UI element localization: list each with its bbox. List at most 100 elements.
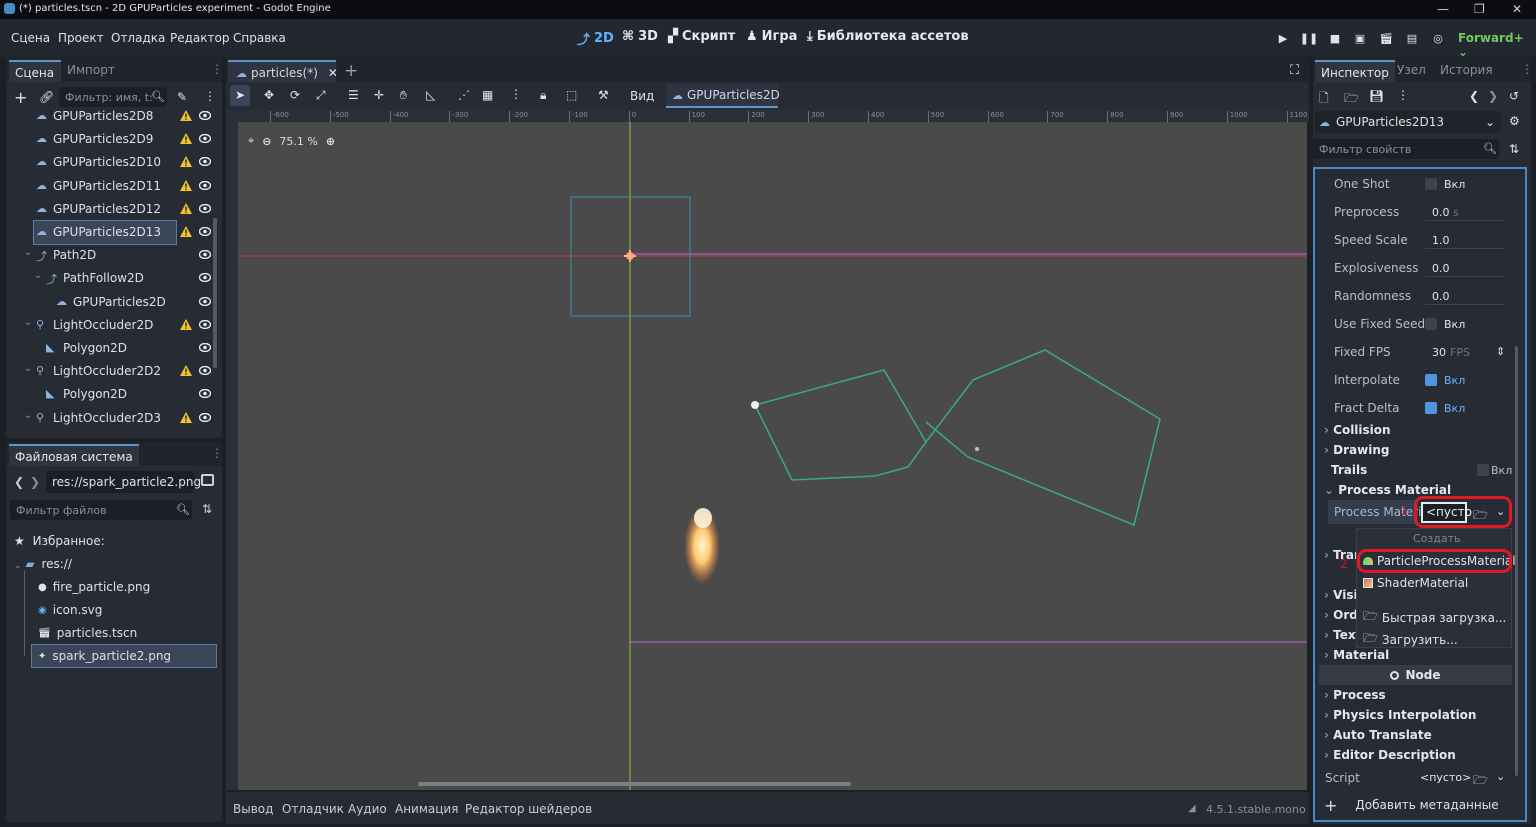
visibility-eye-icon[interactable] xyxy=(199,273,211,283)
warning-icon[interactable] xyxy=(180,365,192,377)
scene-tree-item[interactable]: ⌄ ⚲ LightOccluder2D xyxy=(14,314,219,337)
one-shot-checkbox[interactable] xyxy=(1425,178,1437,190)
speed-scale-slider[interactable] xyxy=(1425,248,1505,249)
lock-icon[interactable]: 🔒︎ xyxy=(540,88,546,103)
warning-icon[interactable] xyxy=(180,110,192,121)
fract-delta-checkbox[interactable] xyxy=(1425,402,1437,414)
visibility-eye-icon[interactable] xyxy=(199,296,211,306)
explosiveness-value[interactable]: 0.0 xyxy=(1432,262,1450,275)
add-node-icon[interactable]: + xyxy=(14,88,27,107)
scene-tree-item[interactable]: ☁ GPUParticles2D11 xyxy=(14,175,219,198)
chevron-down-icon[interactable]: ⌄ xyxy=(1496,770,1505,783)
visibility-eye-icon[interactable] xyxy=(199,227,211,236)
fixed-seed-checkbox[interactable] xyxy=(1425,318,1437,330)
tab-scene[interactable]: Сцена xyxy=(9,60,61,82)
section-editor-description[interactable]: › Editor Description xyxy=(1324,748,1456,762)
snap-options-icon[interactable]: ⋮ xyxy=(510,87,522,101)
dock-menu-icon[interactable]: ⋮ xyxy=(211,446,223,460)
visibility-eye-icon[interactable] xyxy=(199,412,211,422)
section-collision[interactable]: › Collision xyxy=(1324,423,1391,437)
play-scene-icon[interactable]: 🎬︎ xyxy=(1378,30,1394,46)
chevron-down-icon[interactable]: ⌄ xyxy=(24,363,32,374)
visibility-eye-icon[interactable] xyxy=(199,134,211,144)
scene-tree-item[interactable]: ◣ Polygon2D xyxy=(14,337,219,360)
skeleton-icon[interactable]: ⚒ xyxy=(598,88,609,102)
menu-help[interactable]: Справка xyxy=(233,31,286,45)
scene-tree-item[interactable]: ☁ GPUParticles2D10 xyxy=(14,151,219,174)
ruler-tool-icon[interactable]: ◺ xyxy=(426,88,435,102)
tab-filesystem[interactable]: Файловая система xyxy=(9,444,139,466)
canvas-viewport[interactable]: ⌖ ⊖ 75.1 % ⊕ xyxy=(238,122,1307,790)
history-forward-icon[interactable]: ❯ xyxy=(1488,89,1498,103)
scene-tree-item[interactable]: ☁ GPUParticles2D13 xyxy=(33,220,211,245)
file-filter-input[interactable]: Фильтр файлов xyxy=(10,500,192,520)
randomness-slider[interactable] xyxy=(1425,304,1505,305)
tab-animation[interactable]: Анимация xyxy=(395,802,458,816)
property-filter-input[interactable]: Фильтр свойств xyxy=(1313,139,1499,159)
inspector-options-icon[interactable]: ⇅ xyxy=(1509,142,1519,156)
menu-item-shader-material[interactable]: ShaderMaterial xyxy=(1363,576,1468,590)
favorites-row[interactable]: ★ Избранное: xyxy=(14,534,105,548)
explosiveness-slider[interactable] xyxy=(1425,276,1505,277)
object-history-icon[interactable]: ↺ xyxy=(1509,89,1519,103)
workspace-assetlib-button[interactable]: ⤓ Библиотека ассетов xyxy=(807,29,969,44)
play-custom-scene-icon[interactable]: ▤ xyxy=(1404,30,1420,46)
move-tool-icon[interactable]: ✥ xyxy=(264,88,274,102)
menu-scene[interactable]: Сцена xyxy=(11,31,50,45)
object-selector[interactable]: ☁ GPUParticles2D13 ⌄ xyxy=(1315,111,1501,133)
minimize-icon[interactable]: — xyxy=(1437,2,1449,16)
chevron-down-icon[interactable]: ⌄ xyxy=(24,247,32,258)
link-icon[interactable]: 🔗︎ xyxy=(39,90,54,104)
renderer-selector[interactable]: Forward+ ⌄ xyxy=(1458,31,1536,59)
scene-tree-item[interactable]: ◣ Polygon2D xyxy=(14,383,219,406)
file-list-item[interactable]: ● fire_particle.png xyxy=(32,576,216,598)
menu-item-quick-load[interactable]: 🗁︎ Быстрая загрузка... xyxy=(1363,607,1506,628)
close-tab-icon[interactable]: ✕ xyxy=(328,66,338,80)
tab-audio[interactable]: Аудио xyxy=(348,802,387,816)
trails-checkbox[interactable] xyxy=(1477,464,1489,476)
tab-output[interactable]: Вывод xyxy=(233,802,273,816)
list-select-icon[interactable]: ☰ xyxy=(348,88,359,102)
tab-inspector[interactable]: Инспектор xyxy=(1315,60,1395,82)
file-list-item[interactable]: ✦ spark_particle2.png xyxy=(31,644,217,668)
warning-icon[interactable] xyxy=(180,318,192,330)
add-tab-icon[interactable]: + xyxy=(344,61,358,81)
stop-icon[interactable]: ■ xyxy=(1327,30,1343,46)
fixed-fps-value[interactable]: 30 xyxy=(1432,346,1446,359)
horizontal-scrollbar[interactable] xyxy=(418,782,851,786)
path-field[interactable]: res://spark_particle2.png xyxy=(46,471,201,493)
section-process-material[interactable]: ⌄ Process Material xyxy=(1324,483,1451,497)
tab-node[interactable]: Узел xyxy=(1397,63,1426,77)
randomness-value[interactable]: 0.0 xyxy=(1432,290,1450,303)
warning-icon[interactable] xyxy=(180,411,192,423)
play-icon[interactable]: ▶ xyxy=(1275,30,1291,46)
chevron-down-icon[interactable]: ⌄ xyxy=(24,410,32,421)
warning-icon[interactable] xyxy=(180,179,192,191)
select-tool-icon[interactable]: ➤ xyxy=(230,85,250,106)
visibility-eye-icon[interactable] xyxy=(199,111,211,120)
scene-options-icon[interactable]: ⋮ xyxy=(204,89,216,103)
rotate-tool-icon[interactable]: ⟳ xyxy=(290,88,300,102)
scene-tree-item[interactable]: ⌄ ⚲ LightOccluder2D3 xyxy=(14,407,219,430)
zoom-out-icon[interactable]: ⊖ xyxy=(262,135,271,148)
maximize-icon[interactable]: ❐ xyxy=(1474,2,1485,16)
file-list-item[interactable]: ◉ icon.svg xyxy=(32,599,216,621)
back-icon[interactable]: ❮ xyxy=(14,475,24,489)
scene-tree-item[interactable]: ☁ GPUParticles2D12 xyxy=(14,198,219,221)
section-auto-translate[interactable]: › Auto Translate xyxy=(1324,728,1432,742)
scene-tree-item[interactable]: ☁ GPUParticles2D9 xyxy=(14,128,219,151)
scene-tree-scrollbar[interactable] xyxy=(213,218,217,368)
dock-menu-icon[interactable]: ⋮ xyxy=(1521,62,1533,76)
pivot-tool-icon[interactable]: ✛ xyxy=(374,88,384,102)
visibility-eye-icon[interactable] xyxy=(199,389,211,399)
visibility-eye-icon[interactable] xyxy=(199,343,211,352)
scene-tree-item[interactable]: ☁ GPUParticles2D xyxy=(14,291,219,314)
save-resource-icon[interactable]: 💾︎ xyxy=(1369,89,1384,103)
new-resource-icon[interactable]: 🗋︎ xyxy=(1319,89,1329,110)
tab-import[interactable]: Импорт xyxy=(67,63,115,77)
open-resource-icon[interactable]: 🗁︎ xyxy=(1344,89,1359,110)
chevron-down-icon[interactable]: ⌄ xyxy=(24,317,32,328)
add-metadata-button[interactable]: + Добавить метаданные xyxy=(1316,794,1512,816)
center-view-icon[interactable]: ⌖ xyxy=(248,134,254,148)
load-folder-icon[interactable]: 🗁︎ xyxy=(1473,771,1488,792)
